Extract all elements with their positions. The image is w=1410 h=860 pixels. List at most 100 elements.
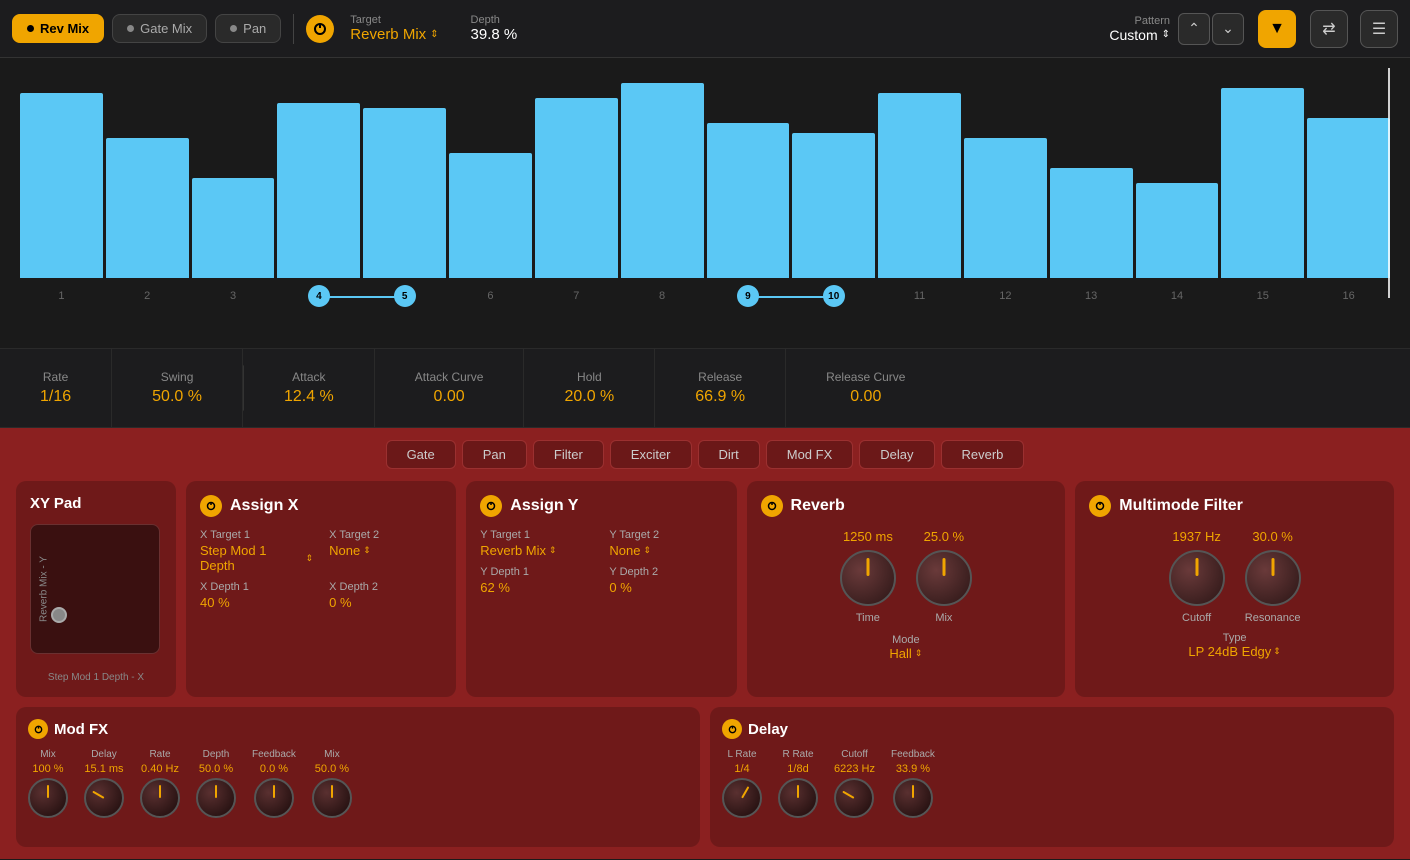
bar-8[interactable] xyxy=(621,83,704,278)
y-depth1-value[interactable]: 62 % xyxy=(480,580,593,595)
xy-pad[interactable]: Reverb Mix - Y xyxy=(30,524,160,654)
filter-type-value[interactable]: LP 24dB Edgy ⇕ xyxy=(1089,644,1380,659)
attack-value[interactable]: 12.4 % xyxy=(284,388,334,406)
prev-button[interactable]: ⌃ xyxy=(1178,13,1210,45)
y-target1-value[interactable]: Reverb Mix ⇕ xyxy=(480,543,593,558)
bar-9[interactable] xyxy=(707,123,790,278)
bar-10[interactable] xyxy=(792,133,875,278)
reverb-time-knob[interactable] xyxy=(840,550,896,606)
delay-header: Delay xyxy=(722,719,1382,739)
x-depth2-value[interactable]: 0 % xyxy=(329,595,442,610)
target-value[interactable]: Reverb Mix ⇕ xyxy=(350,26,438,43)
tab-revmix[interactable]: Rev Mix xyxy=(12,14,104,43)
tab-gatemix[interactable]: Gate Mix xyxy=(112,14,207,43)
fx-tab-mod-fx[interactable]: Mod FX xyxy=(766,440,854,469)
bar-7[interactable] xyxy=(535,98,618,278)
step-num-6[interactable]: 6 xyxy=(449,290,532,302)
bar-16[interactable] xyxy=(1307,118,1390,278)
reverb-mode-value[interactable]: Hall ⇕ xyxy=(761,646,1052,661)
fx-tab-filter[interactable]: Filter xyxy=(533,440,604,469)
reverb-power[interactable] xyxy=(761,495,783,517)
delay-cutoff-knob[interactable] xyxy=(834,778,874,818)
modfx-feedback-knob[interactable] xyxy=(254,778,294,818)
release-value[interactable]: 66.9 % xyxy=(695,388,745,406)
x-depth2: X Depth 2 0 % xyxy=(329,581,442,610)
x-depth1-value[interactable]: 40 % xyxy=(200,595,313,610)
next-button[interactable]: ⌄ xyxy=(1212,13,1244,45)
modfx-depth-knob[interactable] xyxy=(196,778,236,818)
attack-curve-value[interactable]: 0.00 xyxy=(434,388,465,406)
assign-x-power[interactable] xyxy=(200,495,222,517)
modfx-mix-knob[interactable] xyxy=(28,778,68,818)
filter-resonance-knob[interactable] xyxy=(1245,550,1301,606)
step-num-13[interactable]: 13 xyxy=(1050,290,1133,302)
fx-tab-exciter[interactable]: Exciter xyxy=(610,440,692,469)
bar-1[interactable] xyxy=(20,93,103,278)
modfx-rate-knob[interactable] xyxy=(140,778,180,818)
delay-lrate-knob[interactable] xyxy=(722,778,762,818)
x-target1-value[interactable]: Step Mod 1 Depth ⇕ xyxy=(200,543,313,573)
xy-pad-label: XY Pad xyxy=(30,495,81,512)
assign-y-title: Assign Y xyxy=(480,495,722,517)
step-num-15[interactable]: 15 xyxy=(1221,290,1304,302)
modfx-mix: Mix 100 % xyxy=(28,749,68,818)
filter-power[interactable] xyxy=(1089,495,1111,517)
hold-value[interactable]: 20.0 % xyxy=(564,388,614,406)
filter-resonance-label: Resonance xyxy=(1245,612,1301,624)
rate-value[interactable]: 1/16 xyxy=(40,388,71,406)
step-num-3[interactable]: 3 xyxy=(192,290,275,302)
assign-y-power[interactable] xyxy=(480,495,502,517)
tab-pan[interactable]: Pan xyxy=(215,14,281,43)
step-num-2[interactable]: 2 xyxy=(106,290,189,302)
modfx-delay-knob[interactable] xyxy=(84,778,124,818)
bar-15[interactable] xyxy=(1221,88,1304,278)
step-num-7[interactable]: 7 xyxy=(535,290,618,302)
delay-feedback-knob[interactable] xyxy=(893,778,933,818)
reverb-mix-knob[interactable] xyxy=(916,550,972,606)
bar-2[interactable] xyxy=(106,138,189,278)
fx-tab-gate[interactable]: Gate xyxy=(386,440,456,469)
bar-14[interactable] xyxy=(1136,183,1219,278)
step-num-12[interactable]: 12 xyxy=(964,290,1047,302)
swing-value[interactable]: 50.0 % xyxy=(152,388,202,406)
fx-tab-pan[interactable]: Pan xyxy=(462,440,527,469)
power-button[interactable] xyxy=(306,15,334,43)
bar-4[interactable] xyxy=(277,103,360,278)
y-depth2-value[interactable]: 0 % xyxy=(609,580,722,595)
step-num-16[interactable]: 16 xyxy=(1307,290,1390,302)
fx-tab-delay[interactable]: Delay xyxy=(859,440,934,469)
assign-x-title: Assign X xyxy=(200,495,442,517)
assign-x-panel: Assign X X Target 1 Step Mod 1 Depth ⇕ X… xyxy=(186,481,456,697)
fx-tab-dirt[interactable]: Dirt xyxy=(698,440,760,469)
pattern-value[interactable]: Custom ⇕ xyxy=(1109,27,1170,43)
filter-cutoff-knob[interactable] xyxy=(1169,550,1225,606)
pattern-arrow: ⇕ xyxy=(1162,29,1170,40)
modfx-mix2-knob[interactable] xyxy=(312,778,352,818)
bar-11[interactable] xyxy=(878,93,961,278)
x-target2-value[interactable]: None ⇕ xyxy=(329,543,442,558)
delay-knobs: L Rate 1/4 R Rate 1/8d Cutoff 6223 Hz Fe… xyxy=(722,749,1382,818)
swap-button[interactable]: ⇄ xyxy=(1310,10,1348,48)
step-num-14[interactable]: 14 xyxy=(1136,290,1219,302)
bar-12[interactable] xyxy=(964,138,1047,278)
release-curve-value[interactable]: 0.00 xyxy=(850,388,881,406)
bar-5[interactable] xyxy=(363,108,446,278)
fx-tab-reverb[interactable]: Reverb xyxy=(941,440,1025,469)
delay-rrate-knob[interactable] xyxy=(778,778,818,818)
y-target2-value[interactable]: None ⇕ xyxy=(609,543,722,558)
bar-6[interactable] xyxy=(449,153,532,278)
step-num-11[interactable]: 11 xyxy=(878,290,961,302)
delay-rrate: R Rate 1/8d xyxy=(778,749,818,818)
step-num-8[interactable]: 8 xyxy=(621,290,704,302)
filter-resonance-group: 30.0 % Resonance xyxy=(1245,529,1301,624)
bar-3[interactable] xyxy=(192,178,275,278)
xy-pad-panel: XY Pad Reverb Mix - Y Step Mod 1 Depth -… xyxy=(16,481,176,697)
bar-13[interactable] xyxy=(1050,168,1133,278)
step-num-1[interactable]: 1 xyxy=(20,290,103,302)
reverb-title: Reverb xyxy=(761,495,1052,517)
release-curve-label: Release Curve xyxy=(826,370,905,384)
import-button[interactable]: ▼ xyxy=(1258,10,1296,48)
settings-button[interactable]: ☰ xyxy=(1360,10,1398,48)
delay-power[interactable] xyxy=(722,719,742,739)
mod-fx-power[interactable] xyxy=(28,719,48,739)
